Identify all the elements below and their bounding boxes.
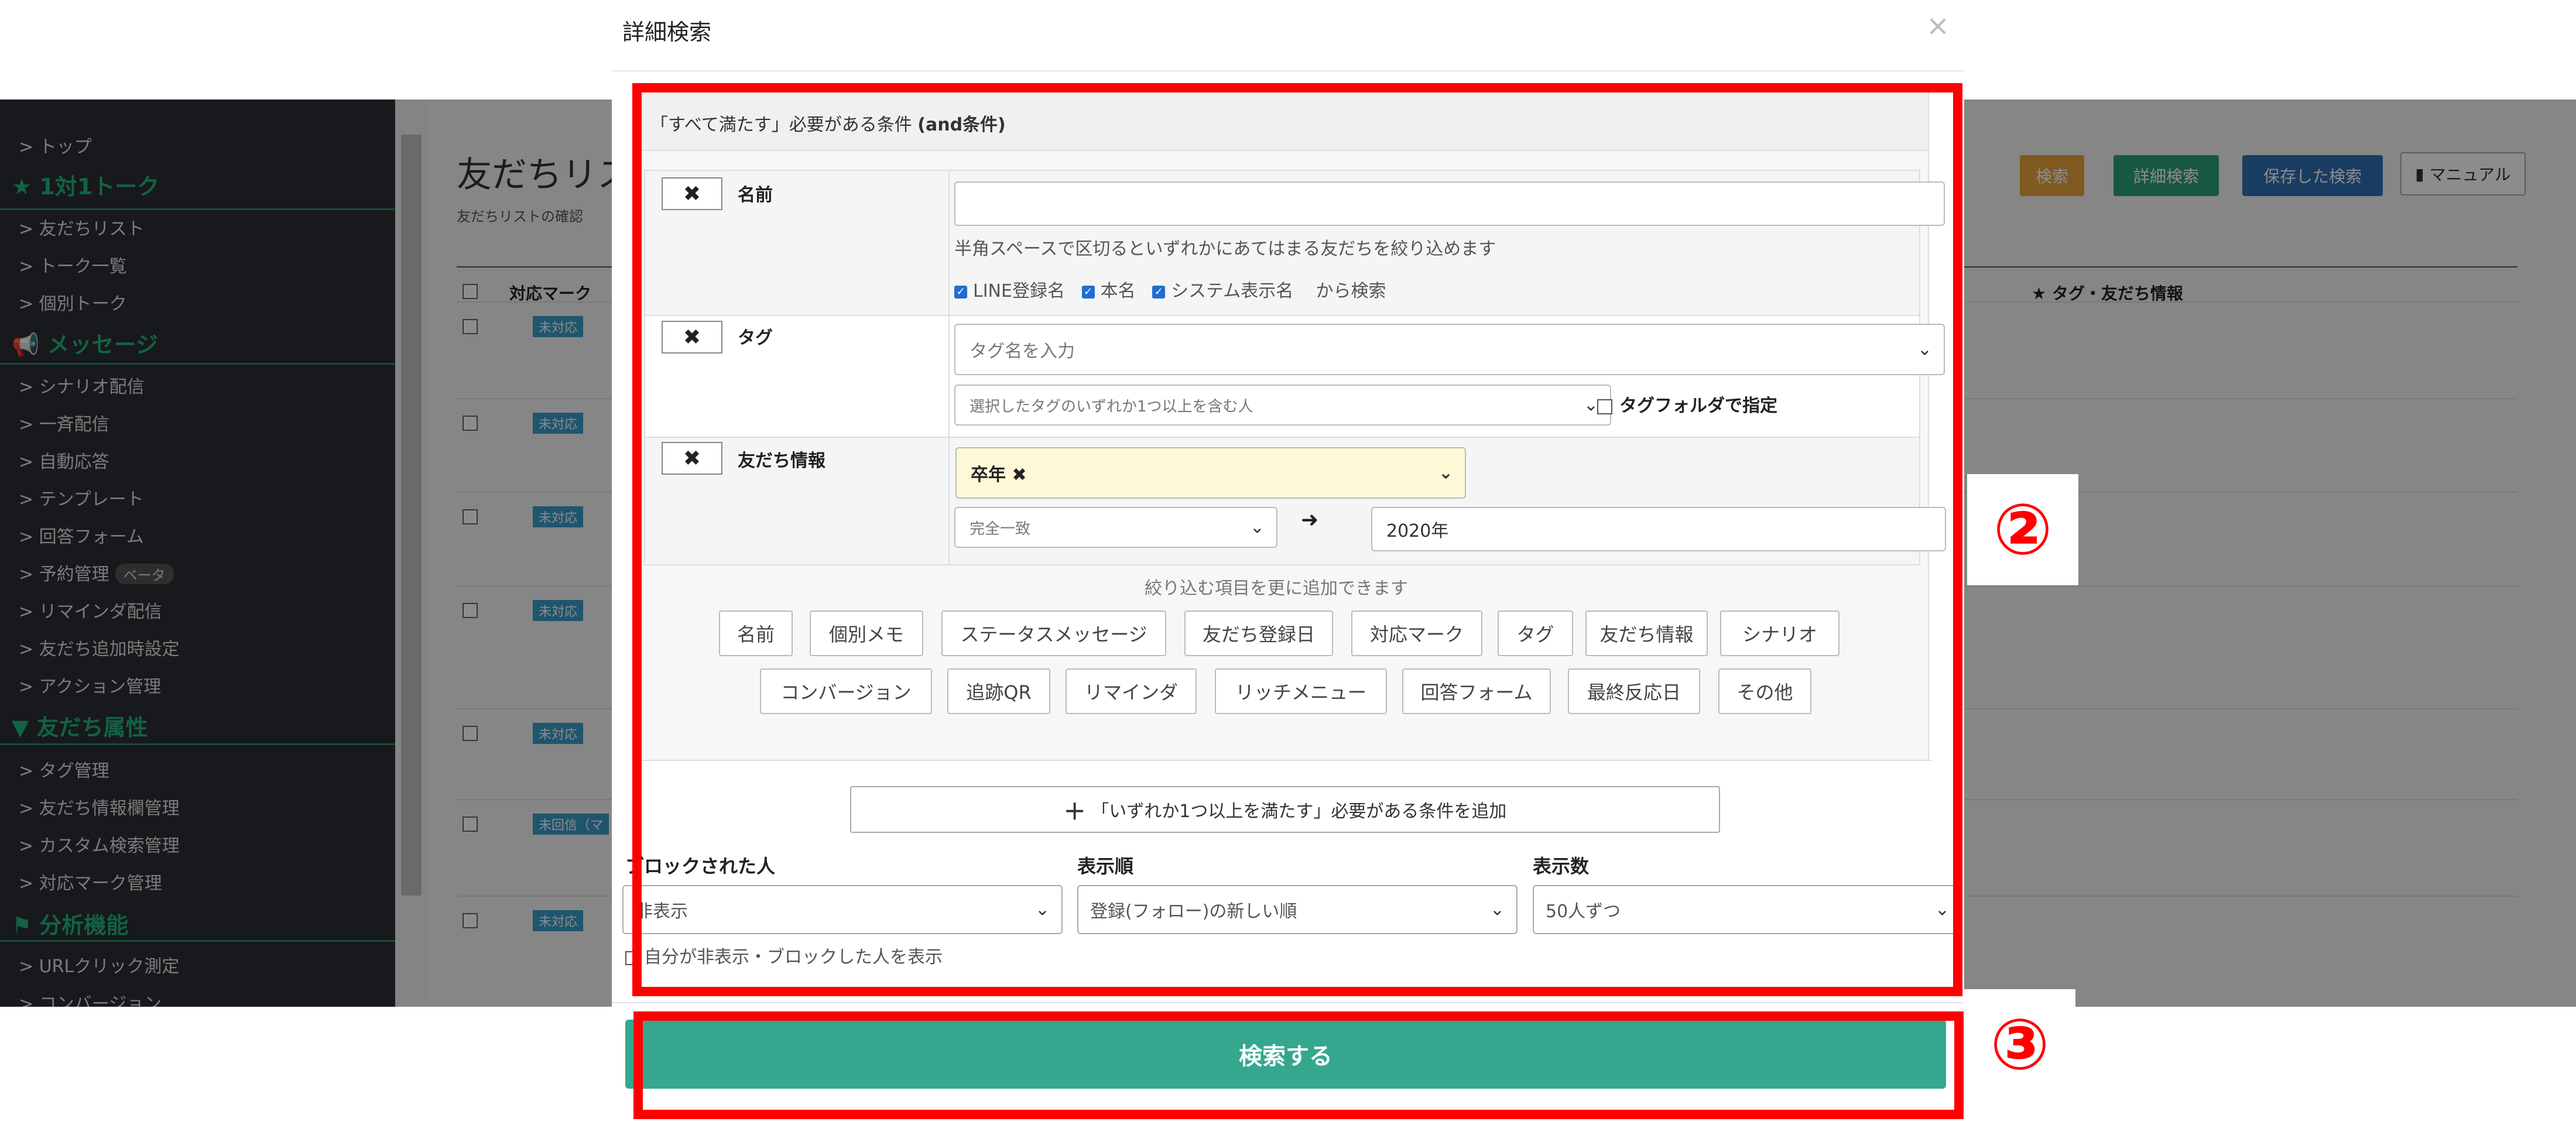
close-icon[interactable]: × [1926, 9, 1950, 42]
annotation-box-2 [632, 83, 1962, 996]
annotation-number-2: ② [1967, 474, 2078, 585]
modal-title: 詳細検索 [622, 19, 712, 45]
annotation-box-3 [633, 1011, 1964, 1119]
annotation-number-3: ③ [1964, 989, 2075, 1100]
